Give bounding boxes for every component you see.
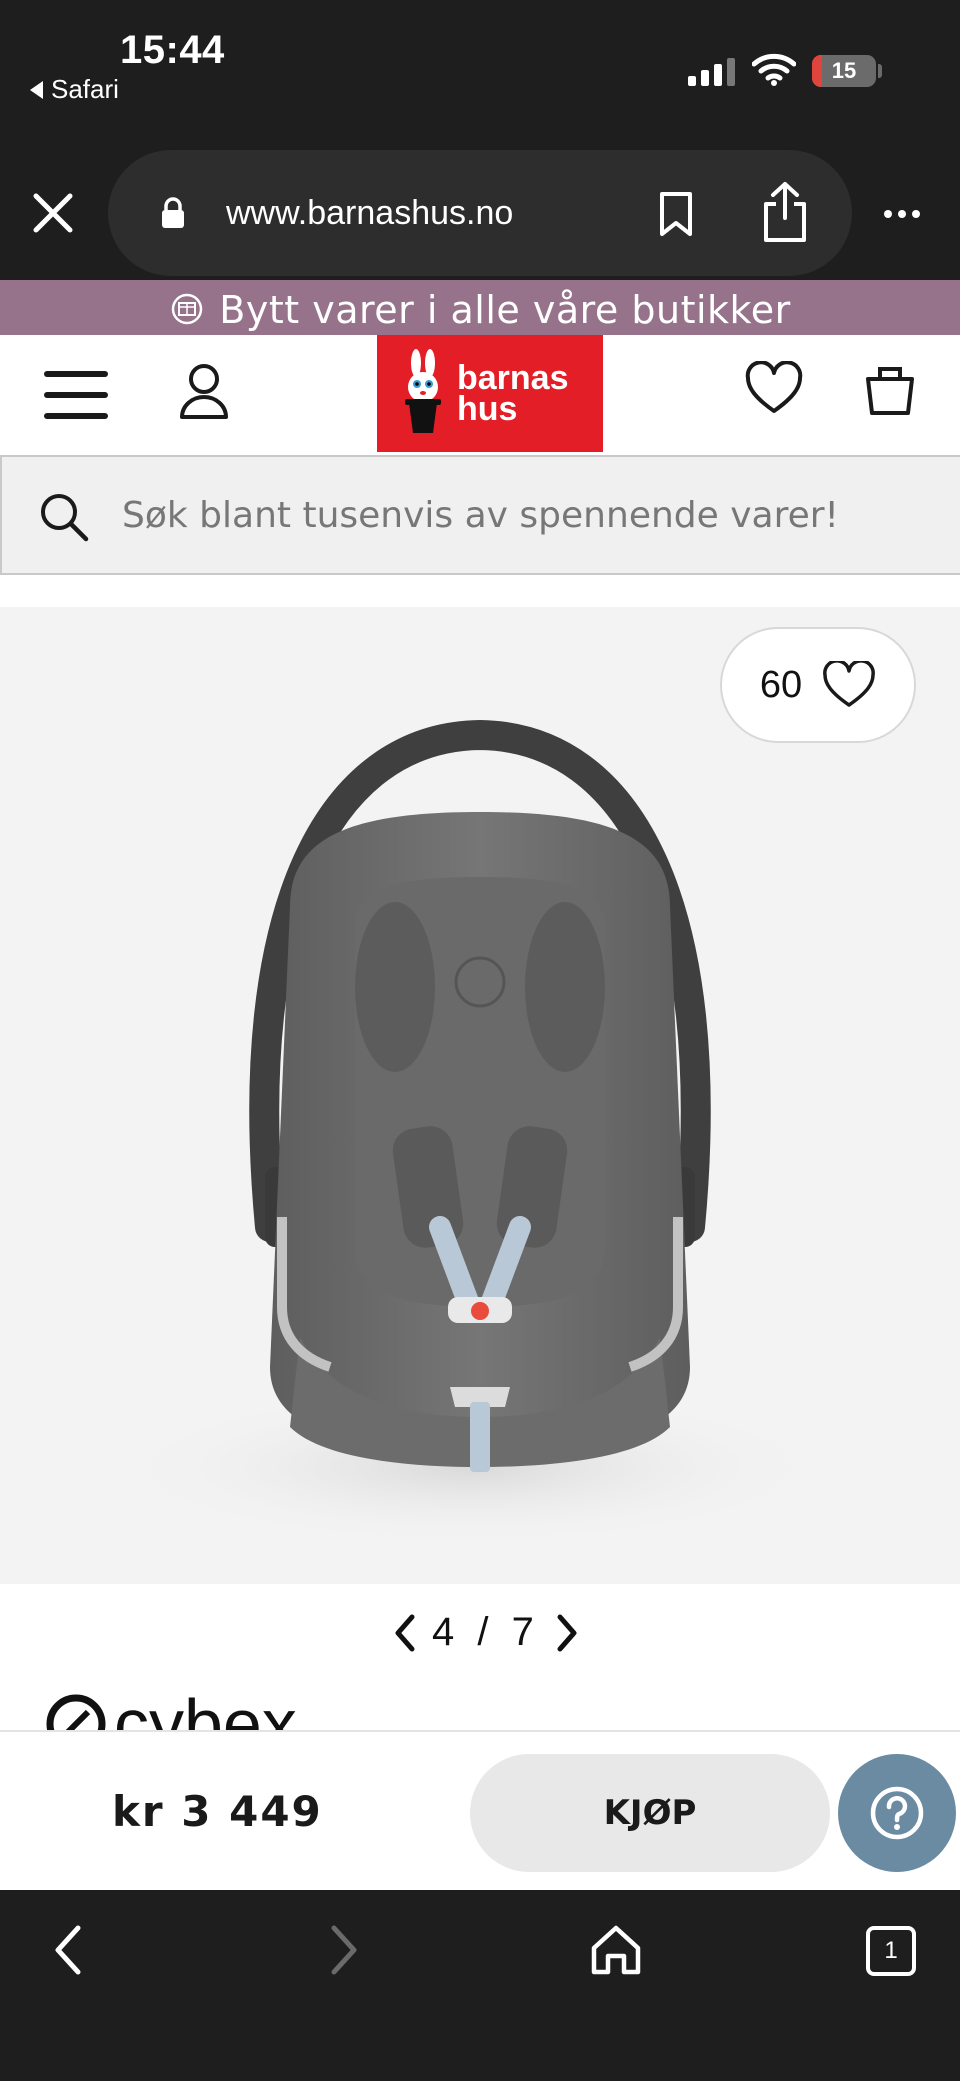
promo-text: Bytt varer i alle våre butikker bbox=[219, 288, 791, 332]
back-triangle-icon bbox=[30, 80, 43, 99]
close-icon[interactable] bbox=[28, 188, 78, 238]
promo-banner[interactable]: Bytt varer i alle våre butikker bbox=[0, 280, 960, 335]
battery-tip bbox=[878, 64, 882, 78]
car-seat-product-image bbox=[110, 719, 830, 1547]
buy-button[interactable]: KJØP bbox=[470, 1754, 830, 1872]
logo-line-2: hus bbox=[457, 390, 518, 428]
buy-bar: kr 3 449 KJØP bbox=[0, 1730, 960, 1890]
back-app-label: Safari bbox=[51, 74, 119, 104]
gallery-pager-area: 4 / 7 cybex bbox=[0, 1584, 960, 1730]
barnashus-logo[interactable]: barnas hus bbox=[377, 335, 603, 452]
product-image-gallery[interactable]: 60 bbox=[0, 607, 960, 1584]
gallery-position: 4 / 7 bbox=[432, 1610, 540, 1654]
shopping-bag-icon[interactable] bbox=[864, 361, 916, 417]
address-field[interactable]: www.barnashus.no bbox=[108, 150, 852, 276]
wishlist-heart-icon[interactable] bbox=[744, 361, 804, 417]
rabbit-hat-logo-icon bbox=[405, 349, 441, 433]
heart-icon bbox=[823, 661, 876, 707]
search-bar bbox=[0, 455, 960, 575]
gallery-current: 4 bbox=[432, 1610, 461, 1654]
logo-wordmark: barnas hus bbox=[457, 361, 569, 428]
wifi-icon bbox=[752, 53, 796, 86]
cellular-signal-icon bbox=[688, 58, 735, 86]
hamburger-menu-icon[interactable] bbox=[44, 371, 108, 419]
breadcrumb-strip bbox=[0, 575, 960, 607]
favorite-count: 60 bbox=[759, 663, 803, 706]
brand-name: cybex bbox=[114, 1685, 297, 1730]
bookmark-icon[interactable] bbox=[656, 190, 696, 240]
tab-count: 1 bbox=[884, 1937, 898, 1964]
status-time: 15:44 bbox=[120, 28, 225, 72]
screen: { "status_bar": { "time": "15:44", "back… bbox=[0, 0, 960, 2081]
previous-image-icon[interactable] bbox=[388, 1611, 422, 1655]
search-input[interactable] bbox=[122, 457, 942, 573]
site-header: barnas hus bbox=[0, 335, 960, 455]
url-text: www.barnashus.no bbox=[226, 194, 514, 232]
account-icon[interactable] bbox=[178, 361, 230, 423]
share-icon[interactable] bbox=[760, 180, 810, 244]
cybex-logo-icon bbox=[46, 1694, 106, 1730]
back-icon[interactable] bbox=[46, 1920, 90, 1980]
battery-level-text: 15 bbox=[831, 58, 857, 83]
status-bar: 15:44 Safari 15 bbox=[0, 0, 960, 130]
battery-icon: 15 bbox=[812, 55, 876, 87]
back-to-app-link[interactable]: Safari bbox=[30, 74, 119, 105]
next-image-icon[interactable] bbox=[550, 1611, 584, 1655]
home-icon[interactable] bbox=[590, 1920, 642, 1980]
question-mark-icon bbox=[870, 1786, 924, 1840]
forward-icon[interactable] bbox=[322, 1920, 366, 1980]
favorite-button[interactable]: 60 bbox=[720, 627, 916, 743]
browser-url-bar: www.barnashus.no bbox=[0, 130, 960, 280]
help-chat-button[interactable] bbox=[838, 1754, 956, 1872]
search-icon[interactable] bbox=[38, 491, 90, 543]
gallery-pager: 4 / 7 bbox=[388, 1610, 584, 1655]
exchange-box-icon bbox=[172, 293, 203, 325]
more-options-icon[interactable] bbox=[884, 210, 920, 218]
gallery-total: 7 bbox=[511, 1610, 540, 1654]
lock-icon bbox=[162, 197, 184, 228]
tabs-button[interactable]: 1 bbox=[866, 1926, 916, 1976]
browser-toolbar: 1 bbox=[0, 1890, 960, 2081]
product-price: kr 3 449 bbox=[112, 1787, 323, 1836]
brand-logo[interactable]: cybex bbox=[44, 1684, 297, 1730]
